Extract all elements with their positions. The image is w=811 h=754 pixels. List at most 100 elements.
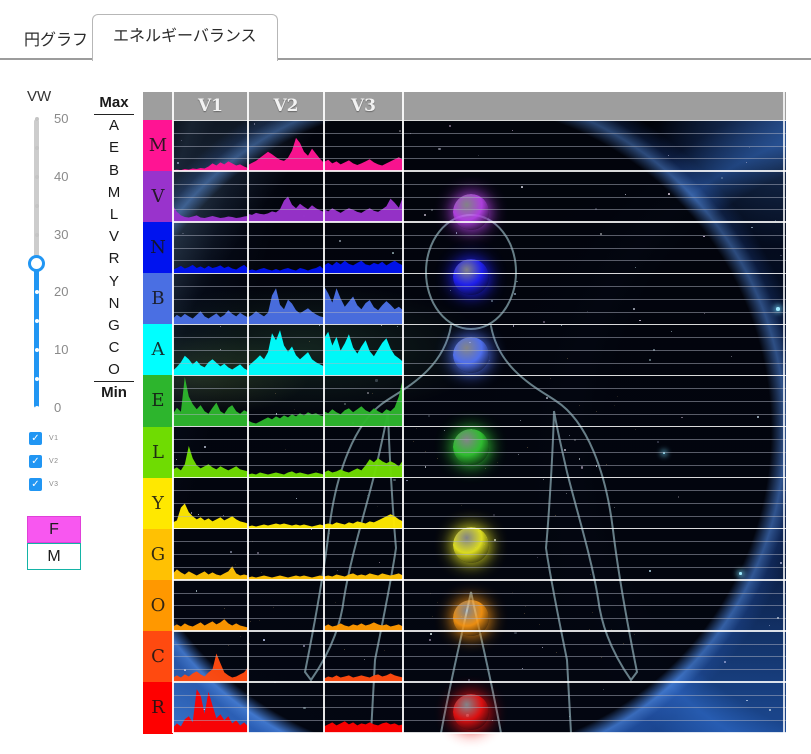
scale-legend-letter-L: L (109, 205, 119, 223)
vw-slider-tick-10: 10 (54, 342, 69, 358)
vw-slider-mark-45 (34, 145, 39, 150)
m-button[interactable]: M (27, 543, 81, 570)
row-label-B: B (143, 273, 173, 325)
vw-slider-mark-40 (34, 174, 39, 179)
tab-pie-chart[interactable]: 円グラフ (10, 24, 102, 58)
vw-slider-tick-50: 50 (54, 111, 69, 126)
grid-row-boundary-8 (173, 527, 786, 530)
grid-subline (173, 247, 786, 249)
vw-slider-mark-20 (34, 290, 39, 295)
grid-row-boundary-3 (173, 272, 786, 275)
grid-subline (173, 311, 786, 313)
scale-legend-letter-B: B (108, 161, 119, 179)
grid-row-boundary-12 (173, 732, 786, 734)
scale-legend-letter-E: E (108, 139, 119, 157)
scale-legend-min: Min (94, 381, 134, 404)
scale-legend-letter-C: C (108, 339, 120, 357)
grid-subline (173, 234, 786, 236)
row-label-L: L (143, 426, 173, 479)
checkbox-v1[interactable]: ✓ V1 (29, 432, 89, 446)
checkbox-v3[interactable]: ✓ V3 (29, 478, 89, 492)
grid-subline (173, 643, 786, 645)
vw-slider-mark-50 (34, 117, 39, 121)
grid-row-boundary-5 (173, 374, 786, 377)
grid-subline (173, 337, 786, 339)
grid-subline (173, 196, 786, 198)
header-cell-blank-4 (403, 92, 786, 120)
grid-subline (173, 515, 786, 517)
grid-subline (173, 158, 786, 160)
scale-legend-letter-M: M (107, 183, 121, 201)
scale-legend-letter-R: R (108, 250, 120, 268)
vw-slider-mark-15 (34, 319, 39, 324)
row-label-V: V (143, 171, 173, 223)
grid-row-boundary-11 (173, 681, 786, 683)
grid-row-boundary-1 (173, 170, 786, 172)
grid-subline (173, 592, 786, 594)
vw-slider-tick-30: 30 (54, 226, 69, 242)
vw-slider-handle[interactable] (28, 255, 45, 272)
vw-slider-tick-0: 0 (54, 400, 62, 415)
column-separator-2 (323, 92, 325, 733)
grid-subline (173, 298, 786, 300)
row-label-E: E (143, 375, 173, 428)
grid-subline (173, 618, 786, 620)
column-separator-3 (402, 92, 404, 733)
checkbox-v2-box[interactable]: ✓ (29, 455, 42, 468)
grid-subline (173, 349, 786, 351)
header-cell-v2: V2 (273, 96, 299, 116)
grid-subline (173, 413, 786, 415)
grid-subline (173, 503, 786, 505)
grid-subline (173, 388, 786, 390)
header-cell-blank-0 (143, 92, 173, 120)
checkbox-v2-label: V2 (49, 458, 59, 465)
scale-legend-letter-Y: Y (108, 272, 119, 290)
grid-subline (173, 209, 786, 211)
checkbox-v3-box[interactable]: ✓ (29, 478, 42, 491)
grid-subline (173, 183, 786, 185)
app-window: 円グラフ エネルギーバランス VW 50 40 30 20 10 0 Max AEBMLV… (0, 0, 811, 754)
grid-lines (143, 119, 786, 734)
energy-balance-chart: V1 V2 V3 MVNBAELYGOCR (143, 92, 786, 734)
column-separator-1 (247, 92, 249, 733)
f-button[interactable]: F (27, 516, 81, 543)
grid-subline (173, 260, 786, 262)
grid-subline (173, 566, 786, 568)
grid-row-boundary-9 (173, 579, 786, 581)
row-label-O: O (143, 579, 173, 632)
column-separator-0 (172, 92, 174, 733)
vw-slider-mark-30 (34, 232, 39, 237)
column-separator-4 (783, 92, 785, 733)
grid-row-boundary-2 (173, 221, 786, 223)
row-label-C: C (143, 630, 173, 683)
vw-slider-active-track[interactable] (34, 263, 39, 408)
header-cell-v3: V3 (350, 96, 377, 116)
row-label-A: A (143, 324, 173, 376)
chart-header: V1 V2 V3 (143, 92, 786, 120)
row-label-N: N (143, 222, 173, 274)
vw-slider-mark-0 (34, 406, 39, 410)
grid-subline (173, 132, 786, 134)
grid-subline (173, 490, 786, 492)
grid-subline (173, 541, 786, 543)
grid-subline (173, 707, 786, 709)
scale-legend-letter-V: V (108, 228, 119, 246)
grid-subline (173, 669, 786, 671)
tab-energy-balance[interactable]: エネルギーバランス (92, 14, 278, 61)
vw-slider-mark-5 (34, 377, 39, 382)
vw-slider-label: VW (27, 88, 52, 105)
checkbox-v2[interactable]: ✓ V2 (29, 455, 89, 469)
checkbox-v1-box[interactable]: ✓ (29, 432, 42, 445)
vw-slider-mark-10 (34, 348, 39, 353)
row-label-G: G (143, 528, 173, 581)
grid-subline (173, 464, 786, 466)
grid-subline (173, 452, 786, 454)
scale-legend: Max AEBMLVRYNGCO Min (94, 92, 134, 405)
grid-subline (173, 694, 786, 696)
header-cell-v1: V1 (197, 96, 224, 116)
scale-legend-max: Max (94, 92, 134, 116)
grid-row-boundary-6 (173, 425, 786, 428)
row-label-Y: Y (143, 477, 173, 530)
row-label-R: R (143, 681, 173, 734)
grid-subline (173, 439, 786, 441)
